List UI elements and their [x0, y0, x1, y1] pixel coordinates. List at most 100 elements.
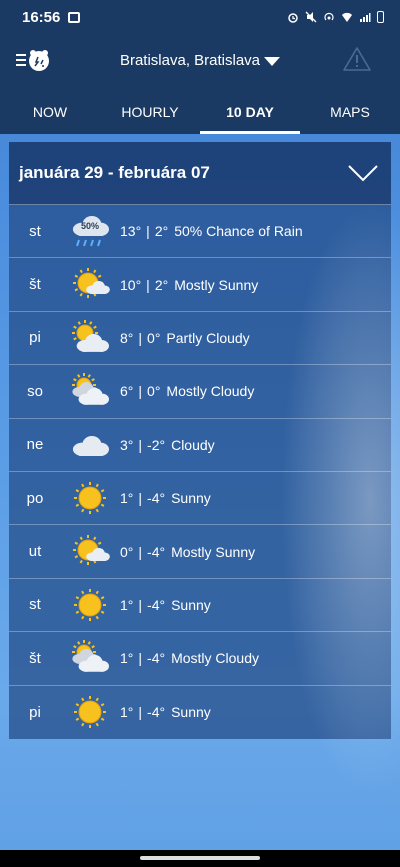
low-temp: -4° [147, 596, 166, 613]
rain-chance-badge: 50% [81, 221, 99, 231]
temperature-range: 10° | 2° [120, 277, 168, 293]
day-label: ut [28, 543, 42, 561]
forecast-row[interactable]: po 1° | -4° Sunny [9, 472, 391, 526]
high-temp: 10° [120, 276, 142, 293]
forecast-list: st 50% 13° | 2° 50% Chance of Rain št 10° |… [9, 205, 391, 739]
condition-label: Cloudy [171, 436, 215, 453]
location-selector[interactable]: Bratislava, Bratislava [0, 52, 400, 69]
day-label: st [29, 222, 41, 240]
condition-label: Mostly Cloudy [171, 650, 259, 667]
chevron-down-icon[interactable] [347, 163, 379, 183]
location-label: Bratislava, Bratislava [119, 52, 261, 69]
low-temp: 0° [147, 383, 161, 400]
temp-separator: | [138, 490, 143, 507]
forecast-card: januára 29 - februára 07 st 50% 13° | 2° 5… [9, 142, 391, 739]
alert-warning-icon[interactable] [342, 46, 372, 72]
condition-label: Sunny [171, 704, 211, 721]
temperature-range: 1° | -4° [120, 650, 165, 666]
temp-separator: | [138, 650, 143, 667]
low-temp: -4° [147, 490, 166, 507]
mostly-sunny-icon [69, 267, 111, 303]
mostly-cloudy-icon [69, 640, 111, 676]
high-temp: 1° [120, 490, 134, 507]
temp-separator: | [146, 276, 150, 293]
temp-separator: | [138, 543, 143, 560]
forecast-range-title: januára 29 - februára 07 [19, 163, 210, 182]
high-temp: 6° [120, 383, 134, 400]
low-temp: -2° [147, 436, 166, 453]
temp-separator: | [138, 436, 143, 453]
high-temp: 3° [120, 436, 134, 453]
tab-10-day[interactable]: 10 DAY [200, 90, 300, 134]
temp-separator: | [138, 704, 143, 721]
temp-separator: | [138, 383, 143, 400]
rain-cloud-icon: 50% [69, 213, 111, 249]
mostly-sunny-icon [69, 534, 111, 570]
app-header: Bratislava, Bratislava [0, 34, 400, 90]
temperature-range: 3° | -2° [120, 437, 165, 453]
partly-cloudy-icon [69, 319, 111, 356]
status-icons [287, 11, 384, 23]
condition-label: Mostly Cloudy [166, 383, 255, 400]
low-temp: -4° [147, 650, 166, 667]
condition-label: Sunny [171, 490, 211, 507]
condition-label: Mostly Sunny [174, 276, 259, 293]
temperature-range: 0° | -4° [120, 544, 165, 560]
temperature-range: 6° | 0° [120, 383, 160, 399]
mute-icon [305, 11, 317, 23]
high-temp: 1° [120, 596, 134, 613]
temperature-range: 1° | -4° [120, 597, 165, 613]
low-temp: 2° [154, 223, 169, 240]
tab-bar: NOW HOURLY 10 DAY MAPS [0, 90, 400, 134]
day-label: st [29, 596, 41, 614]
forecast-row[interactable]: st 50% 13° | 2° 50% Chance of Rain [9, 205, 391, 259]
forecast-row[interactable]: so 6° | 0° Mostly Cloudy [9, 365, 391, 419]
high-temp: 13° [120, 223, 142, 240]
tab-hourly[interactable]: HOURLY [100, 90, 200, 134]
low-temp: 0° [147, 329, 161, 346]
temp-separator: | [146, 223, 150, 240]
high-temp: 1° [120, 650, 134, 667]
temp-separator: | [138, 329, 143, 346]
temperature-range: 1° | -4° [120, 704, 165, 720]
forecast-row[interactable]: pi 1° | -4° Sunny [9, 686, 391, 739]
alarm-icon [288, 13, 298, 23]
forecast-range-header[interactable]: januára 29 - februára 07 [9, 142, 391, 205]
temperature-range: 8° | 0° [120, 330, 160, 346]
forecast-row[interactable]: st 1° | -4° Sunny [9, 579, 391, 633]
forecast-row[interactable]: št 10° | 2° Mostly Sunny [9, 258, 391, 312]
forecast-row[interactable]: ne 3° | -2° Cloudy [9, 419, 391, 472]
wifi-icon [342, 12, 352, 22]
status-time: 16:56 [22, 8, 61, 26]
high-temp: 1° [120, 704, 134, 721]
tab-maps[interactable]: MAPS [300, 90, 400, 134]
forecast-row[interactable]: pi 8° | 0° Partly Cloudy [9, 312, 391, 366]
day-label: po [26, 489, 44, 507]
temp-separator: | [138, 596, 143, 613]
day-label: pi [29, 703, 41, 721]
forecast-row[interactable]: št 1° | -4° Mostly Cloudy [9, 632, 391, 686]
gallery-icon [68, 11, 81, 23]
sunny-icon [69, 480, 111, 516]
temperature-range: 1° | -4° [120, 490, 165, 506]
dropdown-caret-icon [264, 56, 281, 66]
app-screen: 16:56 Bratislava, Bratislava NOW HOURLY … [0, 0, 400, 867]
temperature-range: 13° | 2° [120, 223, 168, 239]
mostly-cloudy-icon [69, 373, 111, 409]
tab-now[interactable]: NOW [0, 90, 100, 134]
condition-label: Mostly Sunny [171, 543, 256, 560]
condition-label: 50% Chance of Rain [174, 223, 303, 240]
forecast-row[interactable]: ut 0° | -4° Mostly Sunny [9, 525, 391, 579]
condition-label: Partly Cloudy [166, 329, 250, 346]
signal-icon [360, 13, 371, 22]
day-label: pi [29, 329, 41, 347]
condition-label: Sunny [171, 596, 211, 613]
day-label: ne [26, 436, 44, 454]
battery-icon [377, 11, 384, 23]
low-temp: -4° [147, 543, 166, 560]
sunny-icon [69, 694, 111, 730]
day-label: št [29, 276, 41, 294]
status-bar: 16:56 [0, 0, 400, 34]
home-indicator[interactable] [140, 856, 260, 860]
system-nav-bar [0, 850, 400, 867]
